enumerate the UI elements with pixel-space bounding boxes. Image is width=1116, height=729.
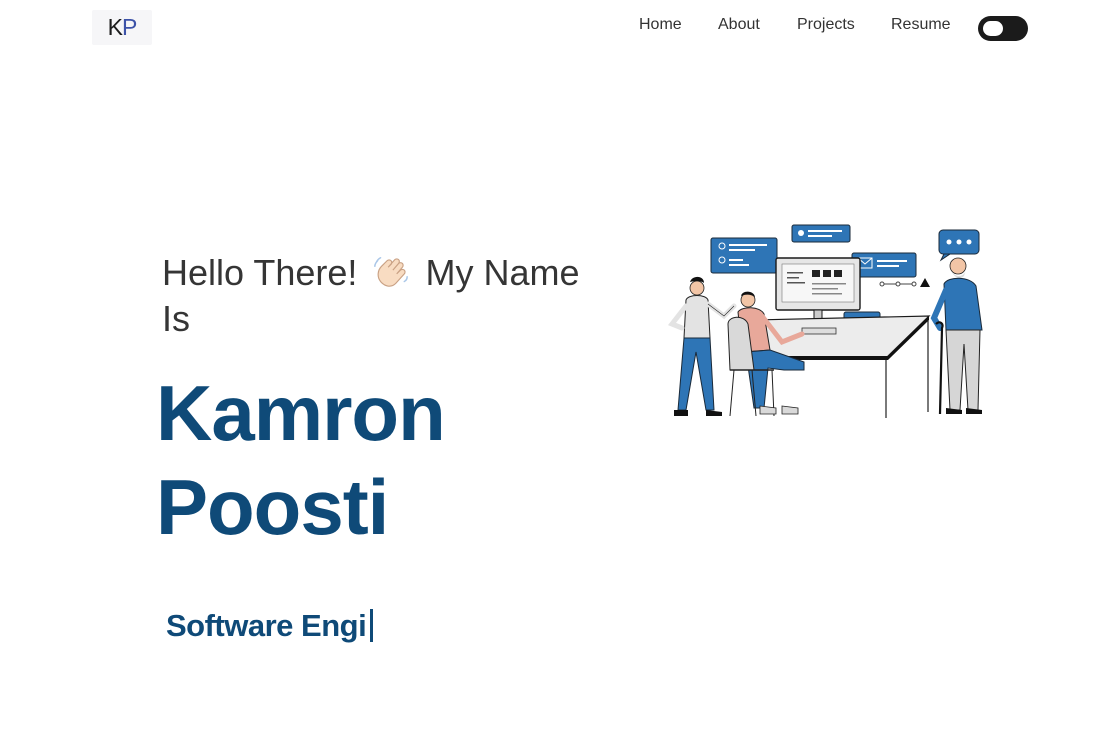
person-with-cane bbox=[930, 257, 983, 415]
theme-toggle-knob bbox=[983, 21, 1003, 36]
hero-greeting: Hello There! My Name Is bbox=[162, 250, 612, 342]
logo-letter-p: P bbox=[122, 14, 137, 40]
chat-bubble bbox=[938, 229, 980, 262]
typed-role-text: Software Engi bbox=[166, 608, 367, 643]
floating-card-mail bbox=[851, 252, 917, 278]
connector-warning bbox=[879, 278, 930, 287]
waving-hand-icon bbox=[374, 256, 409, 287]
developers-illustration bbox=[667, 224, 983, 418]
theme-toggle[interactable] bbox=[978, 16, 1028, 41]
greeting-prefix: Hello There! bbox=[162, 252, 358, 293]
floating-card-left bbox=[710, 237, 778, 274]
site-logo[interactable]: KP bbox=[92, 10, 152, 45]
nav-home-link[interactable]: Home bbox=[639, 16, 682, 34]
floating-card-top bbox=[791, 224, 851, 243]
nav-projects-link[interactable]: Projects bbox=[797, 16, 855, 34]
logo-letter-k: K bbox=[107, 14, 123, 40]
page: KP Home About Projects Resume Hello Ther… bbox=[0, 0, 1116, 729]
name-first: Kamron bbox=[156, 369, 446, 457]
person-standing-left bbox=[667, 276, 737, 416]
name-last: Poosti bbox=[156, 463, 389, 551]
typed-role: Software Engi bbox=[166, 606, 374, 646]
nav-resume-link[interactable]: Resume bbox=[891, 16, 951, 34]
typing-cursor bbox=[370, 609, 374, 642]
nav-about-link[interactable]: About bbox=[718, 16, 760, 34]
